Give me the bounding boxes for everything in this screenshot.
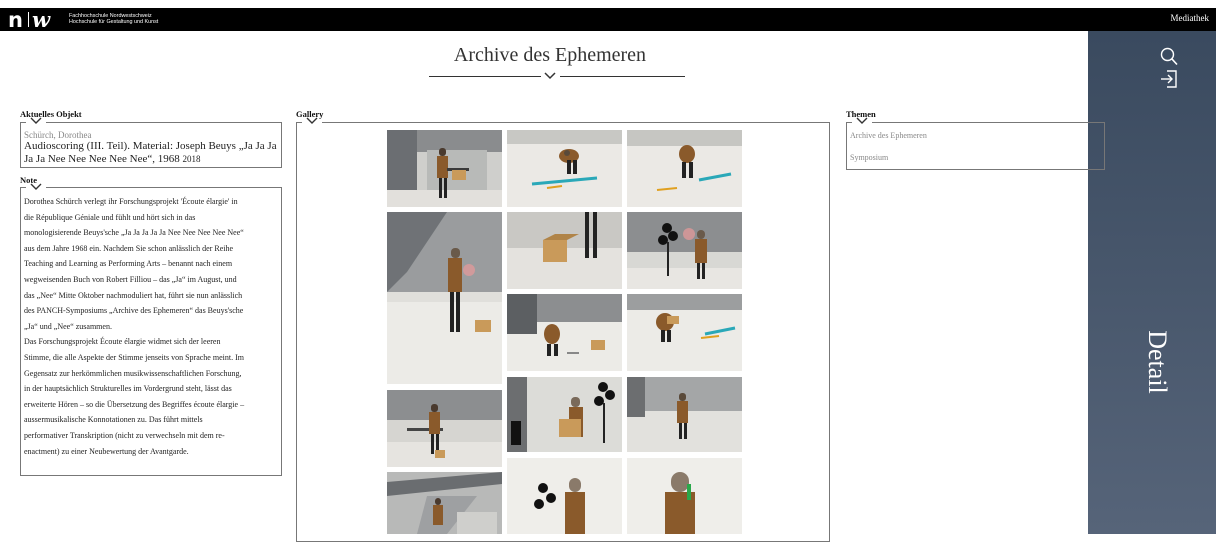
note-line: Gegensatz zur herkömmlichen musikwissens… [24,368,242,378]
theme-link[interactable]: Symposium [850,153,888,162]
note-line: aussermusikalische Konnotationen zu. Das… [24,415,203,425]
object-title-text: Audioscoring (III. Teil). Material: Jose… [24,140,277,165]
note-line: Dorothea Schürch verlegt ihr Forschungsp… [24,197,238,206]
performer-kneeling-box-photo[interactable] [507,294,622,371]
performer-bending-floor-photo[interactable] [627,130,742,207]
logo-letter-n: n [8,7,23,32]
note-line: wegweisenden Buch von Robert Filliou – d… [24,274,237,284]
note-line: Das Forschungsprojekt Écoute élargie wid… [24,337,221,347]
theme-link[interactable]: Archive des Ephemeren [850,131,927,140]
note-line: monologisierende Beuys'sche „Ja Ja Ja Ja… [24,228,244,238]
performer-crouching-floor-photo[interactable] [507,130,622,207]
detail-label[interactable]: Detail [1140,302,1172,422]
chevron-down-icon[interactable] [543,70,557,80]
mediathek-link[interactable]: Mediathek [1171,13,1210,23]
detail-sidebar [1088,31,1216,534]
note-line: erweiterte Hören – so die Übersetzung de… [24,399,245,409]
object-author[interactable]: Schürch, Dorothea [24,130,91,140]
note-line: des PANCH-Symposiums „Archive des Epheme… [24,306,244,316]
top-bar: n w Fachhochschule Nordwestschweiz Hochs… [0,7,1216,32]
logo-line-2: Hochschule für Gestaltung und Kunst [69,19,159,25]
staircase-performer-photo[interactable] [387,472,502,534]
note-line: enactment) zu einer Neubewertung der Ava… [24,446,189,456]
note-line: in der hauptsächlich Strukturelles im Vo… [24,384,232,394]
themes-box [846,122,1105,170]
note-line: Stimme, die alle Aspekte der Stimme jens… [24,352,244,362]
performer-crouching-papers-photo[interactable] [627,294,742,371]
note-text: Dorothea Schürch verlegt ihr Forschungsp… [24,194,280,459]
note-line: „Ja“ und „Nee“ zusammen. [24,321,112,331]
note-line: Teaching and Learning as Performing Arts… [24,259,233,269]
performer-standing-tall-photo[interactable] [387,212,502,384]
fhnw-logo[interactable]: n w [8,7,51,32]
performer-box-speakers-photo[interactable] [507,377,622,452]
title-rule-right [560,76,685,77]
note-line: das „Nee“ Mitte Oktober nachmoduliert ha… [24,290,243,300]
search-icon[interactable] [1158,46,1180,68]
note-line: aus dem Jahre 1968 ein. Nachdem Sie scho… [24,243,234,253]
performer-closeup-speakers-photo[interactable] [507,458,622,534]
login-icon[interactable] [1158,68,1180,90]
title-rule-left [429,76,541,77]
performer-at-table-photo[interactable] [387,130,502,207]
performer-standing-far-photo[interactable] [627,377,742,452]
performer-closeup-object-photo[interactable] [627,458,742,534]
logo-text: Fachhochschule Nordwestschweiz Hochschul… [69,13,158,25]
performer-table-wide-photo[interactable] [387,390,502,467]
note-line: die République Géniale und fühlt und hör… [24,212,196,222]
object-title: Audioscoring (III. Teil). Material: Jose… [24,140,280,165]
logo-letter-w: w [31,7,51,32]
page-title: Archive des Ephemeren [453,44,647,66]
performer-speaker-stand-photo[interactable] [627,212,742,289]
cardboard-box-legs-photo[interactable] [507,212,622,289]
logo-divider [27,12,29,27]
note-line: performativer Transkription (nicht zu ve… [24,430,225,440]
object-year: 2018 [182,153,201,164]
